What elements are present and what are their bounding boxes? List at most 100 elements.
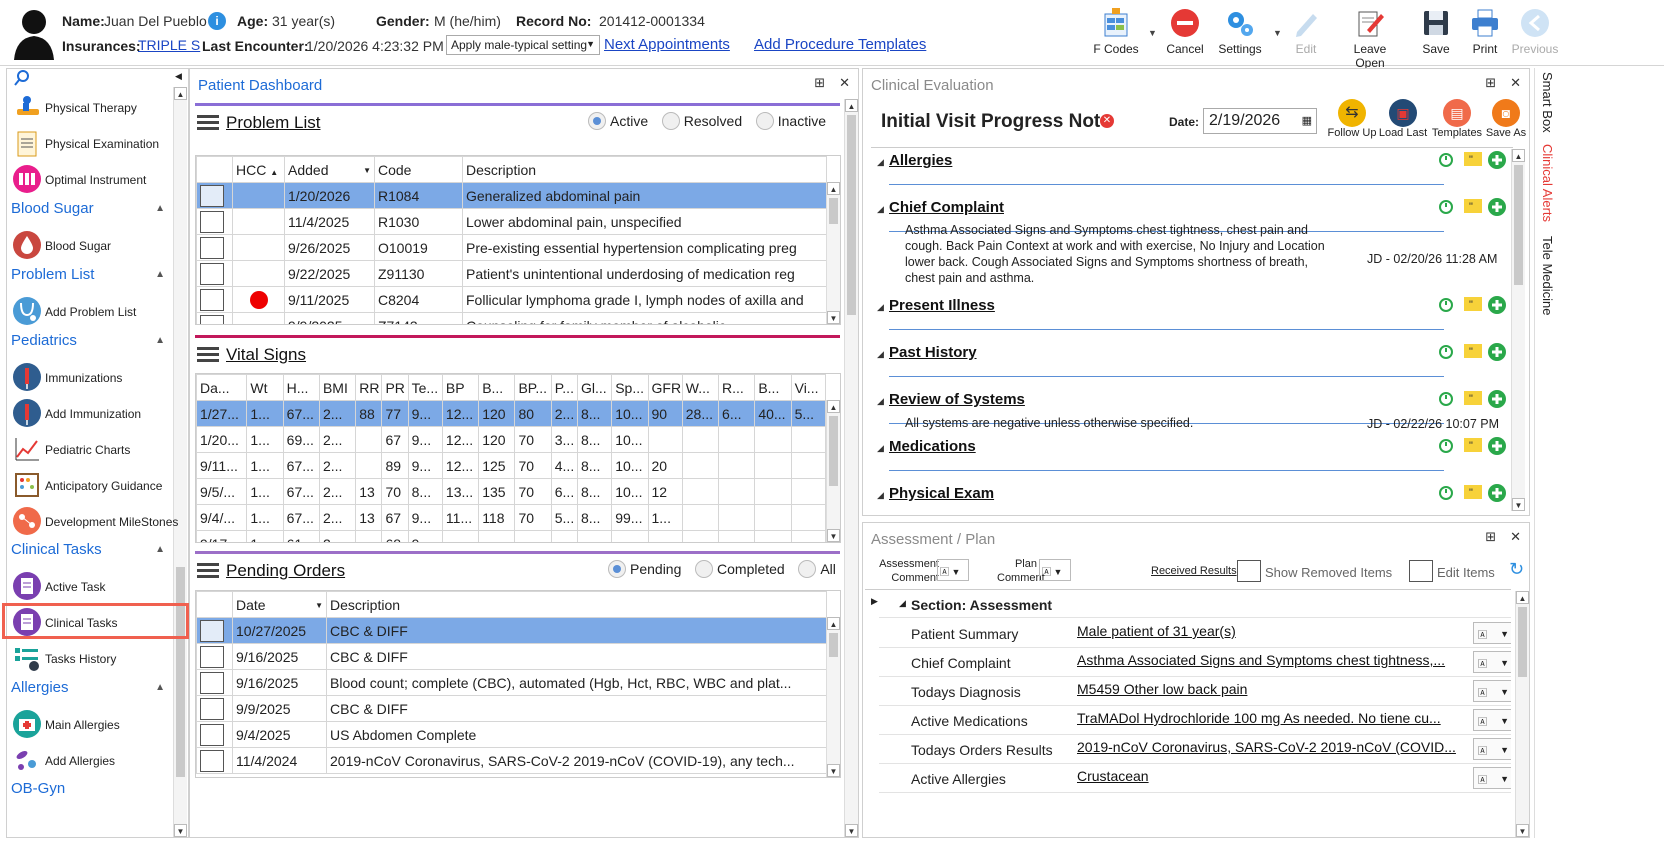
assessment-row-value[interactable]: Crustacean xyxy=(1077,768,1471,784)
table-row[interactable]: 9/11/2025 C8204 Follicular lymphoma grade … xyxy=(196,286,827,313)
vital-column[interactable]: RR xyxy=(355,374,383,401)
table-row[interactable]: 10/27/2025 CBC & DIFF xyxy=(196,617,827,644)
column-code[interactable]: Code xyxy=(374,156,463,183)
info-icon[interactable]: i xyxy=(208,12,226,30)
table-row[interactable]: 11/4/2024 2019-nCoV Coronavirus, SARS-CoV… xyxy=(196,747,827,774)
sidebar-group-problem-list[interactable]: Problem List ▲ xyxy=(11,266,171,283)
scroll-up-icon[interactable]: ▲ xyxy=(827,617,840,630)
sidebar-item-main-allergies[interactable]: Main Allergies xyxy=(11,708,173,742)
sidebar-group-clinical-tasks[interactable]: Clinical Tasks ▲ xyxy=(11,541,171,558)
vital-column[interactable]: Wt xyxy=(246,374,284,401)
assessment-comment-dropdown[interactable]: 🄰 ▼ xyxy=(937,559,969,581)
collapse-sidebar-icon[interactable]: ◀ xyxy=(175,71,182,82)
sidebar-item-pediatric-charts[interactable]: Pediatric Charts xyxy=(11,433,173,467)
collapse-icon[interactable]: ◢ xyxy=(877,396,884,407)
vital-signs-scrollbar[interactable]: ▲ ▼ xyxy=(826,400,840,542)
row-checkbox[interactable] xyxy=(200,236,224,259)
section-past-history[interactable]: Past History xyxy=(889,344,977,361)
edit-button[interactable]: Edit xyxy=(1276,6,1336,62)
sidebar-item-add-immunization[interactable]: Add Immunization xyxy=(11,397,173,431)
assessment-row[interactable]: Todays Orders Results 2019-nCoV Coronavir… xyxy=(879,735,1511,764)
remove-note-icon[interactable]: ✕ xyxy=(1100,114,1114,128)
table-row[interactable]: 11/4/2025 R1030 Lower abdominal pain, unsp… xyxy=(196,208,827,235)
problem-list-scrollbar[interactable]: ▲ ▼ xyxy=(826,182,840,324)
sidebar-group-allergies[interactable]: Allergies ▲ xyxy=(11,679,171,696)
sidebar-item-add-allergies[interactable]: Add Allergies xyxy=(11,744,173,778)
vital-column[interactable]: P... xyxy=(550,374,578,401)
assessment-row[interactable]: Patient Summary Male patient of 31 year(s… xyxy=(879,619,1511,648)
row-checkbox[interactable] xyxy=(200,749,224,772)
add-icon[interactable] xyxy=(1487,389,1507,409)
quote-icon[interactable]: " xyxy=(1463,436,1483,456)
quote-icon[interactable]: " xyxy=(1463,150,1483,170)
vital-column[interactable]: BP xyxy=(441,374,480,401)
scroll-down-icon[interactable]: ▼ xyxy=(1516,824,1529,837)
scroll-up-icon[interactable]: ▲ xyxy=(1512,149,1525,162)
assessment-row[interactable]: Chief Complaint Asthma Associated Signs … xyxy=(879,648,1511,677)
scroll-up-icon[interactable]: ▲ xyxy=(174,87,187,100)
sidebar-item-anticipatory-guidance[interactable]: Anticipatory Guidance xyxy=(11,469,173,503)
expand-icon[interactable]: ▶ xyxy=(871,596,878,607)
tab-tele-medicine[interactable]: Tele Medicine xyxy=(1540,236,1555,316)
next-appointments-link[interactable]: Next Appointments xyxy=(604,36,730,53)
row-checkbox[interactable] xyxy=(200,184,224,207)
pin-icon[interactable]: ⊞ xyxy=(814,75,825,90)
problem-list-menu-icon[interactable] xyxy=(197,115,219,131)
vital-column[interactable]: W... xyxy=(681,374,720,401)
radio-pending[interactable] xyxy=(608,560,626,578)
refresh-icon[interactable]: ↻ xyxy=(1509,559,1524,580)
add-icon[interactable] xyxy=(1487,436,1507,456)
table-row[interactable]: 9/9/2025 CBC & DIFF xyxy=(196,695,827,722)
vital-column[interactable]: GFR xyxy=(647,374,683,401)
dashboard-scrollbar[interactable]: ▲ ▼ xyxy=(844,99,858,837)
add-icon[interactable] xyxy=(1487,342,1507,362)
scroll-up-icon[interactable]: ▲ xyxy=(1516,591,1529,604)
add-procedure-templates-link[interactable]: Add Procedure Templates xyxy=(754,36,926,53)
table-row[interactable]: 1/27... 1... 67... 2... 88 77 9... 12... 120 80 2.… xyxy=(196,400,827,427)
leave-open-button[interactable]: Leave Open xyxy=(1338,6,1402,70)
table-row[interactable]: 9/11... 1... 67... 2... 89 9... 12... 125 70 4...… xyxy=(196,452,827,479)
scroll-down-icon[interactable]: ▼ xyxy=(827,529,840,542)
plan-comment-dropdown[interactable]: 🄰 ▼ xyxy=(1039,559,1071,581)
alarm-icon[interactable] xyxy=(1437,342,1457,362)
vital-column[interactable]: PR xyxy=(381,374,409,401)
templates-button[interactable]: ▤ Templates xyxy=(1429,99,1485,139)
table-row[interactable]: 9/4/... 1... 67... 2... 13 67 9... 11... 118 70 5.… xyxy=(196,504,827,531)
cancel-button[interactable]: Cancel xyxy=(1155,6,1215,62)
sidebar-group-blood-sugar[interactable]: Blood Sugar ▲ xyxy=(11,200,171,217)
collapse-icon[interactable]: ◢ xyxy=(877,302,884,313)
insurance-link[interactable]: TRIPLE S xyxy=(138,37,200,53)
alarm-icon[interactable] xyxy=(1437,150,1457,170)
collapse-icon[interactable]: ◢ xyxy=(877,349,884,360)
table-row[interactable]: 9/26/2025 O10019 Pre-existing essential hy… xyxy=(196,234,827,261)
assessment-row-value[interactable]: Asthma Associated Signs and Symptoms che… xyxy=(1077,652,1471,668)
row-checkbox[interactable] xyxy=(200,723,224,746)
close-icon[interactable]: ✕ xyxy=(1510,529,1521,544)
row-checkbox[interactable] xyxy=(200,671,224,694)
tab-clinical-alerts[interactable]: Clinical Alerts xyxy=(1540,144,1555,222)
table-row[interactable]: 9/9/2025Z7143Counseling for family membe… xyxy=(196,312,827,324)
assessment-row[interactable]: Active Allergies Crustacean 🄰 ▼ xyxy=(879,764,1511,793)
section-assessment-header[interactable]: ◢ Section: Assessment xyxy=(879,590,1511,618)
vital-column[interactable]: B... xyxy=(754,374,792,401)
row-checkbox[interactable] xyxy=(200,314,224,324)
quote-icon[interactable]: " xyxy=(1463,389,1483,409)
section-allergies[interactable]: Allergies xyxy=(889,152,952,169)
collapse-icon[interactable]: ◢ xyxy=(877,490,884,501)
note-date-picker[interactable]: 2/19/2026 ▦ xyxy=(1203,108,1317,134)
table-row[interactable]: 9/22/2025 Z91130 Patient's unintentional u… xyxy=(196,260,827,287)
section-review-of-systems[interactable]: Review of Systems xyxy=(889,391,1025,408)
quote-icon[interactable]: " xyxy=(1463,197,1483,217)
sidebar-scrollbar[interactable]: ▲ ▼ xyxy=(173,87,187,837)
text-template-dropdown[interactable]: 🄰 ▼ xyxy=(1473,651,1511,673)
scroll-down-icon[interactable]: ▼ xyxy=(1512,498,1525,511)
section-present-illness[interactable]: Present Illness xyxy=(889,297,995,314)
vital-column[interactable]: Da... xyxy=(196,374,248,401)
table-row[interactable]: 1/20... 1... 69... 2... 67 9... 12... 120 70 3...… xyxy=(196,426,827,453)
add-icon[interactable] xyxy=(1487,150,1507,170)
text-template-dropdown[interactable]: 🄰 ▼ xyxy=(1473,767,1511,789)
pending-orders-menu-icon[interactable] xyxy=(197,563,219,579)
column-description[interactable]: Description xyxy=(326,591,827,618)
follow-up-button[interactable]: ⇆ Follow Up xyxy=(1323,99,1381,139)
sidebar-item-tasks-history[interactable]: Tasks History xyxy=(11,642,173,676)
